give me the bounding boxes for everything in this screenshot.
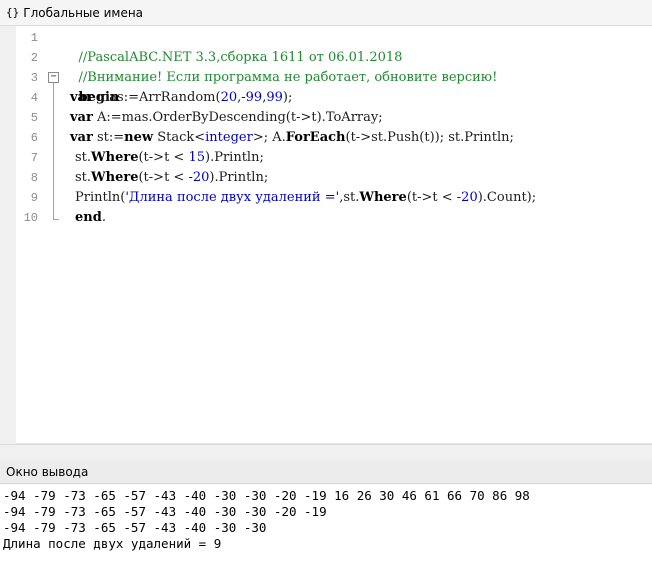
code-text: ).Println;	[209, 170, 269, 185]
code-text: st.	[75, 170, 92, 185]
keyword-var: var	[70, 130, 93, 145]
code-line-6[interactable]: var st:=new Stack<integer>; A.ForEach(t-…	[70, 128, 514, 148]
line-number: 9	[30, 191, 38, 205]
number-literal: -20	[188, 170, 210, 185]
editor-margin	[0, 26, 16, 444]
fold-guide-end	[53, 219, 59, 220]
number-literal: -20	[456, 190, 478, 205]
comment: //Внимание! Если программа не работает, …	[78, 70, 498, 85]
code-line-8[interactable]: st.Where(t->t < -20).Println;	[75, 168, 268, 188]
line-number: 8	[30, 171, 38, 185]
output-line: -94 -79 -73 -65 -57 -43 -40 -30 -30	[3, 520, 267, 535]
output-window-title: Окно вывода	[6, 464, 89, 479]
keyword-end: end	[75, 210, 102, 225]
code-text: ).Count);	[477, 190, 537, 205]
code-text: st:=	[92, 130, 125, 145]
code-line-9[interactable]: Println('Длина после двух удалений =',st…	[75, 188, 536, 208]
code-text: (t->t <	[406, 190, 457, 205]
line-number: 2	[30, 51, 38, 65]
keyword-where: Where	[91, 150, 139, 165]
code-line-3[interactable]: begin	[62, 68, 120, 105]
panel-title: Глобальные имена	[23, 5, 144, 20]
code-text: Stack<	[153, 130, 206, 145]
code-text: A:=mas.OrderByDescending(t->t).ToArray;	[92, 110, 383, 125]
output-window-header: Окно вывода	[0, 460, 652, 484]
horizontal-scrollbar[interactable]	[0, 444, 652, 460]
code-text: ).Println;	[205, 150, 264, 165]
number-literal: 15	[188, 150, 205, 165]
code-text: st.	[75, 150, 92, 165]
code-line-2[interactable]: //Внимание! Если программа не работает, …	[62, 48, 498, 85]
code-text: (t->t <	[138, 150, 189, 165]
code-editor[interactable]: 1 2 3 4 5 6 7 8 9 10 − //PascalABC.NET 3…	[0, 26, 652, 444]
keyword-foreach: ForEach	[285, 130, 346, 145]
code-line-10[interactable]: end.	[75, 208, 106, 228]
keyword-new: new	[124, 130, 154, 145]
code-text: .	[101, 210, 106, 225]
output-line: Длина после двух удалений = 9	[3, 536, 222, 551]
output-window[interactable]: -94 -79 -73 -65 -57 -43 -40 -30 -30 -20 …	[0, 484, 652, 576]
code-line-7[interactable]: st.Where(t->t < 15).Println;	[75, 148, 264, 168]
code-line-1[interactable]: //PascalABC.NET 3.3,сборка 1611 от 06.01…	[62, 28, 403, 65]
line-number: 7	[30, 151, 38, 165]
code-text: ,st.	[339, 190, 360, 205]
code-text: );	[282, 90, 293, 105]
line-number: 10	[23, 211, 38, 225]
type-name: integer	[205, 130, 253, 145]
output-line: -94 -79 -73 -65 -57 -43 -40 -30 -30 -20 …	[3, 504, 327, 519]
global-names-panel-header: {} Глобальные имена	[0, 0, 652, 26]
code-line-5[interactable]: var A:=mas.OrderByDescending(t->t).ToArr…	[70, 108, 383, 128]
code-text: mas:=ArrRandom(	[92, 90, 221, 105]
line-number: 3	[30, 71, 38, 85]
keyword-where: Where	[91, 170, 139, 185]
line-number: 5	[30, 111, 38, 125]
keyword-var: var	[70, 90, 93, 105]
line-number: 1	[30, 31, 38, 45]
line-number: 6	[30, 131, 38, 145]
line-numbers: 1 2 3 4 5 6 7 8 9 10	[16, 26, 44, 444]
keyword-where: Where	[359, 190, 407, 205]
fold-guide-line	[53, 78, 54, 220]
keyword-var: var	[70, 110, 93, 125]
code-text: >; A.	[252, 130, 286, 145]
number-literal: 20	[220, 90, 238, 105]
number-literal: -99	[241, 90, 263, 105]
code-text: (t->t <	[138, 170, 189, 185]
string-literal: 'Длина после двух удалений ='	[125, 190, 340, 205]
code-line-4[interactable]: var mas:=ArrRandom(20,-99,99);	[70, 88, 292, 108]
output-line: -94 -79 -73 -65 -57 -43 -40 -30 -30 -20 …	[3, 488, 530, 503]
collapse-block-icon[interactable]: −	[48, 72, 59, 83]
line-number: 4	[30, 91, 38, 105]
code-text: (t->st.Push(t)); st.Println;	[345, 130, 514, 145]
namespace-icon: {}	[6, 6, 20, 19]
code-text: Println(	[75, 190, 126, 205]
number-literal: 99	[266, 90, 283, 105]
